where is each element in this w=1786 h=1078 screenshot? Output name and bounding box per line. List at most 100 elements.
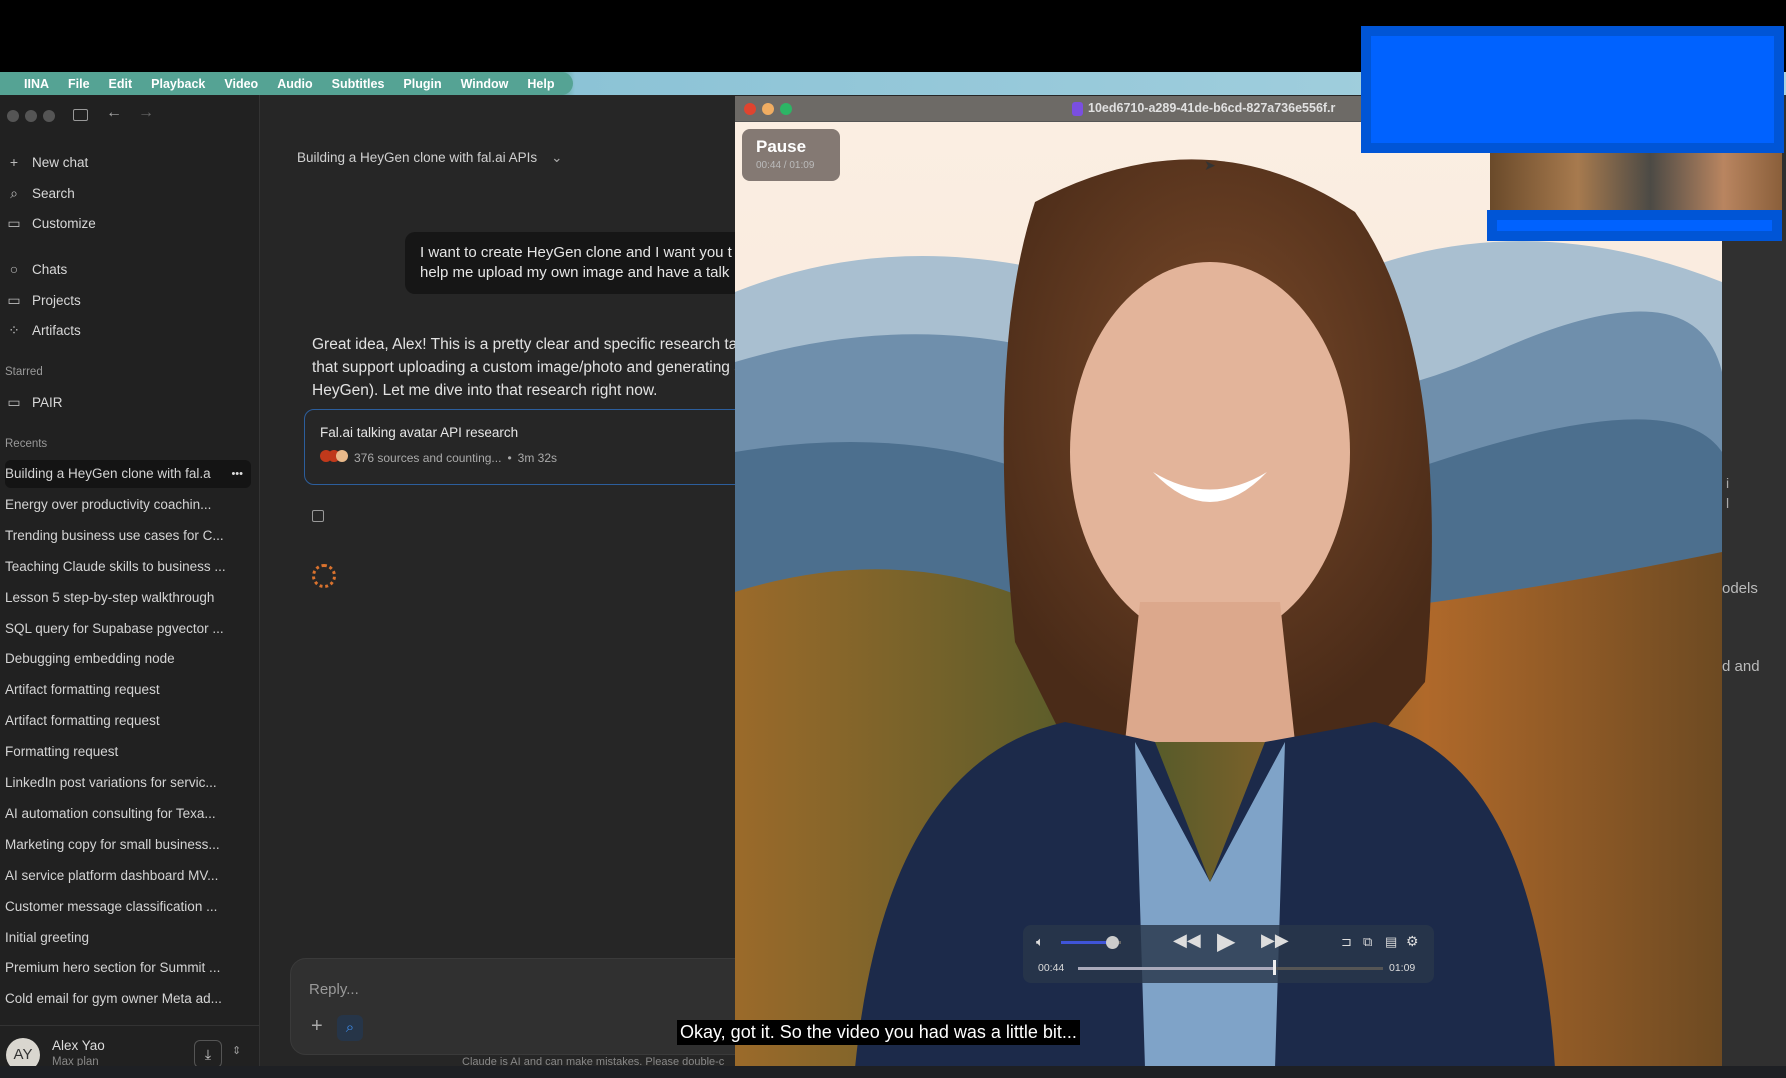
recent-chat-item[interactable]: Trending business use cases for C... (5, 522, 251, 550)
file-icon (1072, 102, 1083, 116)
user-name: Alex Yao (52, 1038, 105, 1053)
osd-time: 00:44 / 01:09 (756, 160, 815, 171)
rewind-icon[interactable]: ◀◀ (1173, 930, 1201, 951)
recent-chat-item[interactable]: Artifact formatting request (5, 676, 251, 704)
research-icon[interactable]: ⌕ (337, 1015, 363, 1041)
volume-icon[interactable]: 🔈︎ (1036, 934, 1044, 950)
menu-playback[interactable]: Playback (151, 77, 205, 91)
duration: 01:09 (1389, 962, 1416, 974)
recent-chat-label: Debugging embedding node (5, 651, 175, 667)
recent-chat-item[interactable]: Marketing copy for small business... (5, 831, 251, 859)
chevron-down-icon: ⌄ (551, 150, 563, 165)
recent-chat-item[interactable]: SQL query for Supabase pgvector ... (5, 615, 251, 643)
chat-title[interactable]: Building a HeyGen clone with fal.ai APIs… (297, 150, 562, 166)
message-line: that support uploading a custom image/ph… (312, 359, 742, 376)
forward-arrow-icon[interactable]: → (138, 104, 154, 122)
recent-chat-item[interactable]: Lesson 5 step-by-step walkthrough (5, 584, 251, 612)
menu-window[interactable]: Window (461, 77, 509, 91)
bg-text: i (1726, 475, 1730, 491)
bg-text: d and (1722, 658, 1760, 675)
more-options-icon[interactable]: ••• (231, 460, 243, 488)
osd-label: Pause (756, 137, 807, 156)
copy-icon[interactable] (312, 510, 324, 522)
minimize-window-button[interactable] (25, 110, 37, 122)
recent-chat-item[interactable]: Building a HeyGen clone with fal.a ••• (5, 460, 251, 488)
reply-input[interactable]: Reply... (309, 981, 359, 998)
source-icons (320, 450, 348, 465)
menu-audio[interactable]: Audio (277, 77, 312, 91)
seek-handle[interactable] (1273, 960, 1277, 975)
back-arrow-icon[interactable]: ← (106, 104, 122, 122)
label: Chats (32, 261, 68, 277)
sidebar-item-new-chat[interactable]: + New chat (6, 154, 88, 170)
starred-item-pair[interactable]: ▭ PAIR (6, 394, 62, 411)
player-filename: 10ed6710-a289-41de-b6cd-827a736e556f.r (1088, 101, 1336, 115)
chat-icon: ○ (9, 261, 19, 277)
sidebar-toggle-icon[interactable] (73, 109, 88, 121)
recent-chat-item[interactable]: Debugging embedding node (5, 645, 251, 673)
current-time: 00:44 (1038, 962, 1065, 974)
disclaimer: Claude is AI and can make mistakes. Plea… (462, 1056, 725, 1068)
briefcase-icon: ▭ (7, 215, 21, 231)
sidebar-item-chats[interactable]: ○ Chats (6, 261, 68, 277)
iina-player-window: 10ed6710-a289-41de-b6cd-827a736e556f.r (735, 96, 1722, 1068)
fast-forward-icon[interactable]: ▶▶ (1261, 930, 1289, 951)
close-window-button[interactable] (744, 103, 756, 115)
zoom-window-button[interactable] (43, 110, 55, 122)
download-icon[interactable]: ⤓ (194, 1040, 222, 1068)
recent-chat-item[interactable]: Cold email for gym owner Meta ad... (5, 985, 251, 1013)
menu-file[interactable]: File (68, 77, 90, 91)
recent-chat-item[interactable]: LinkedIn post variations for servic... (5, 769, 251, 797)
chevron-updown-icon[interactable]: ⇕ (232, 1044, 241, 1057)
sidebar-item-projects[interactable]: ▭ Projects (6, 292, 81, 309)
recent-chat-item[interactable]: AI service platform dashboard MV... (5, 862, 251, 890)
message-line: help me upload my own image and have a t… (420, 264, 730, 281)
message-line: Great idea, Alex! This is a pretty clear… (312, 336, 742, 353)
recent-chat-label: Premium hero section for Summit ... (5, 960, 221, 976)
screen-icon[interactable]: ⧉ (1363, 934, 1372, 950)
menu-video[interactable]: Video (224, 77, 258, 91)
message-line: I want to create HeyGen clone and I want… (420, 244, 732, 261)
artifacts-icon: ⁘ (8, 322, 20, 338)
research-status: 376 sources and counting... (354, 450, 502, 465)
recent-chat-item[interactable]: Formatting request (5, 738, 251, 766)
pip-icon[interactable]: ⊐ (1341, 934, 1352, 950)
label: Projects (32, 293, 81, 308)
user-message: I want to create HeyGen clone and I want… (405, 232, 765, 294)
seek-bar[interactable] (1078, 967, 1383, 970)
player-controls: 🔈︎ ◀◀ ▶ ▶▶ ⊐ ⧉ ▤ ⚙ 00:44 01:09 (1023, 925, 1434, 983)
folder-icon: ▭ (7, 394, 21, 410)
research-elapsed: 3m 32s (517, 450, 557, 465)
zoom-window-button[interactable] (780, 103, 792, 115)
recent-chat-label: Trending business use cases for C... (5, 527, 224, 543)
recent-chat-item[interactable]: Energy over productivity coachin... (5, 491, 251, 519)
minimize-window-button[interactable] (762, 103, 774, 115)
recent-chat-item[interactable]: AI automation consulting for Texa... (5, 800, 251, 828)
volume-knob[interactable] (1106, 936, 1119, 949)
sidebar-item-artifacts[interactable]: ⁘ Artifacts (6, 322, 81, 339)
recent-chat-item[interactable]: Premium hero section for Summit ... (5, 954, 251, 982)
mouse-cursor-icon: ➤ (1204, 157, 1216, 173)
recent-chat-label: Building a HeyGen clone with fal.a (5, 466, 211, 481)
close-window-button[interactable] (7, 110, 19, 122)
recent-chat-item[interactable]: Initial greeting (5, 924, 251, 952)
research-card[interactable]: Fal.ai talking avatar API research 376 s… (304, 409, 764, 485)
menu-iina[interactable]: IINA (24, 77, 49, 91)
sidebar-item-search[interactable]: ⌕ Search (6, 185, 75, 202)
recent-chat-item[interactable]: Customer message classification ... (5, 893, 251, 921)
menu-subtitles[interactable]: Subtitles (332, 77, 385, 91)
menu-plugin[interactable]: Plugin (403, 77, 441, 91)
menu-edit[interactable]: Edit (109, 77, 133, 91)
label: Artifacts (32, 323, 81, 338)
recent-chat-label: Marketing copy for small business... (5, 836, 220, 852)
subtitle: Okay, got it. So the video you had was a… (677, 1020, 1080, 1045)
sidebar-item-customize[interactable]: ▭ Customize (6, 215, 95, 232)
plus-icon[interactable]: + (311, 1015, 323, 1038)
dock-strip (0, 1066, 1786, 1078)
recent-chat-item[interactable]: Artifact formatting request (5, 707, 251, 735)
playlist-icon[interactable]: ▤ (1385, 934, 1397, 950)
recent-chat-item[interactable]: Teaching Claude skills to business ... (5, 553, 251, 581)
menu-help[interactable]: Help (527, 77, 554, 91)
play-icon[interactable]: ▶ (1217, 927, 1235, 956)
settings-gear-icon[interactable]: ⚙ (1406, 933, 1419, 950)
